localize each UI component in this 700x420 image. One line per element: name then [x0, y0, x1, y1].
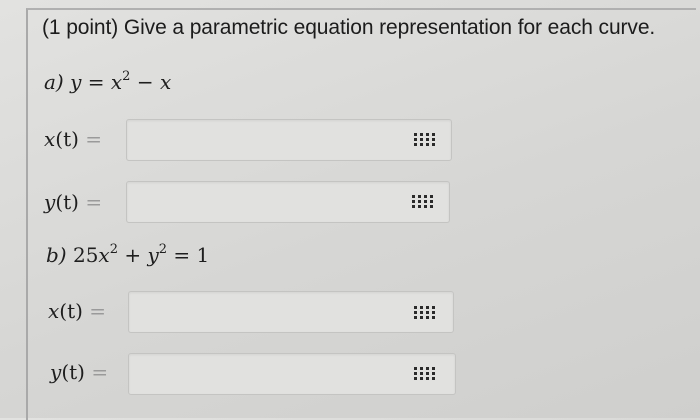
part-a-x-term: x — [159, 70, 172, 94]
problem-header: (1 point) Give a parametric equation rep… — [42, 16, 656, 39]
part-a-xt-arg: (t) — [55, 127, 79, 151]
part-b-xt-eq: = — [89, 299, 107, 323]
equation-editor-icon[interactable] — [414, 367, 436, 385]
part-b-equation: b) 25x2 + y2 = 1 — [46, 243, 209, 267]
part-b-xt-input[interactable] — [128, 291, 454, 333]
part-a-equation: a) y = x2 − x — [44, 70, 171, 94]
part-a-y: y — [70, 70, 82, 94]
part-b-label: b) — [46, 243, 67, 267]
part-a-xt-fn: x — [44, 127, 56, 151]
part-a-label: a) — [44, 70, 64, 94]
part-b-plus: + — [124, 243, 142, 267]
part-a-minus: − — [136, 70, 154, 94]
part-b-yt-fn: y — [50, 360, 62, 384]
part-a-exponent: 2 — [122, 69, 131, 84]
part-b-x: x — [98, 243, 110, 267]
part-b-xt-fn: x — [48, 299, 60, 323]
part-a-x: x — [110, 70, 123, 94]
part-b-equals: = — [173, 243, 191, 267]
part-b-yt-eq: = — [91, 360, 109, 384]
equation-editor-icon[interactable] — [414, 306, 436, 324]
part-b-y-exponent: 2 — [158, 242, 168, 257]
part-a-equals: = — [87, 70, 105, 94]
part-a-yt-eq: = — [85, 190, 103, 214]
part-b-yt-label: y(t) = — [50, 360, 108, 384]
part-a-xt-label: x(t) = — [44, 127, 102, 151]
part-b-yt-arg: (t) — [61, 360, 85, 384]
part-b-y: y — [147, 243, 159, 267]
part-b-rhs: 1 — [196, 243, 210, 267]
equation-editor-icon[interactable] — [412, 195, 434, 213]
part-a-xt-eq: = — [85, 127, 103, 151]
part-a-yt-fn: y — [44, 190, 56, 214]
part-b-yt-input[interactable] — [128, 353, 456, 395]
part-a-yt-input[interactable] — [126, 181, 450, 223]
part-b-coefficient: 25 — [72, 243, 99, 267]
part-a-xt-input[interactable] — [126, 119, 452, 161]
part-b-x-exponent: 2 — [109, 242, 118, 257]
equation-editor-icon[interactable] — [414, 133, 436, 151]
part-b-xt-label: x(t) = — [48, 299, 106, 323]
part-b-xt-arg: (t) — [59, 299, 83, 323]
part-a-yt-arg: (t) — [55, 190, 79, 214]
part-a-yt-label: y(t) = — [44, 190, 102, 214]
